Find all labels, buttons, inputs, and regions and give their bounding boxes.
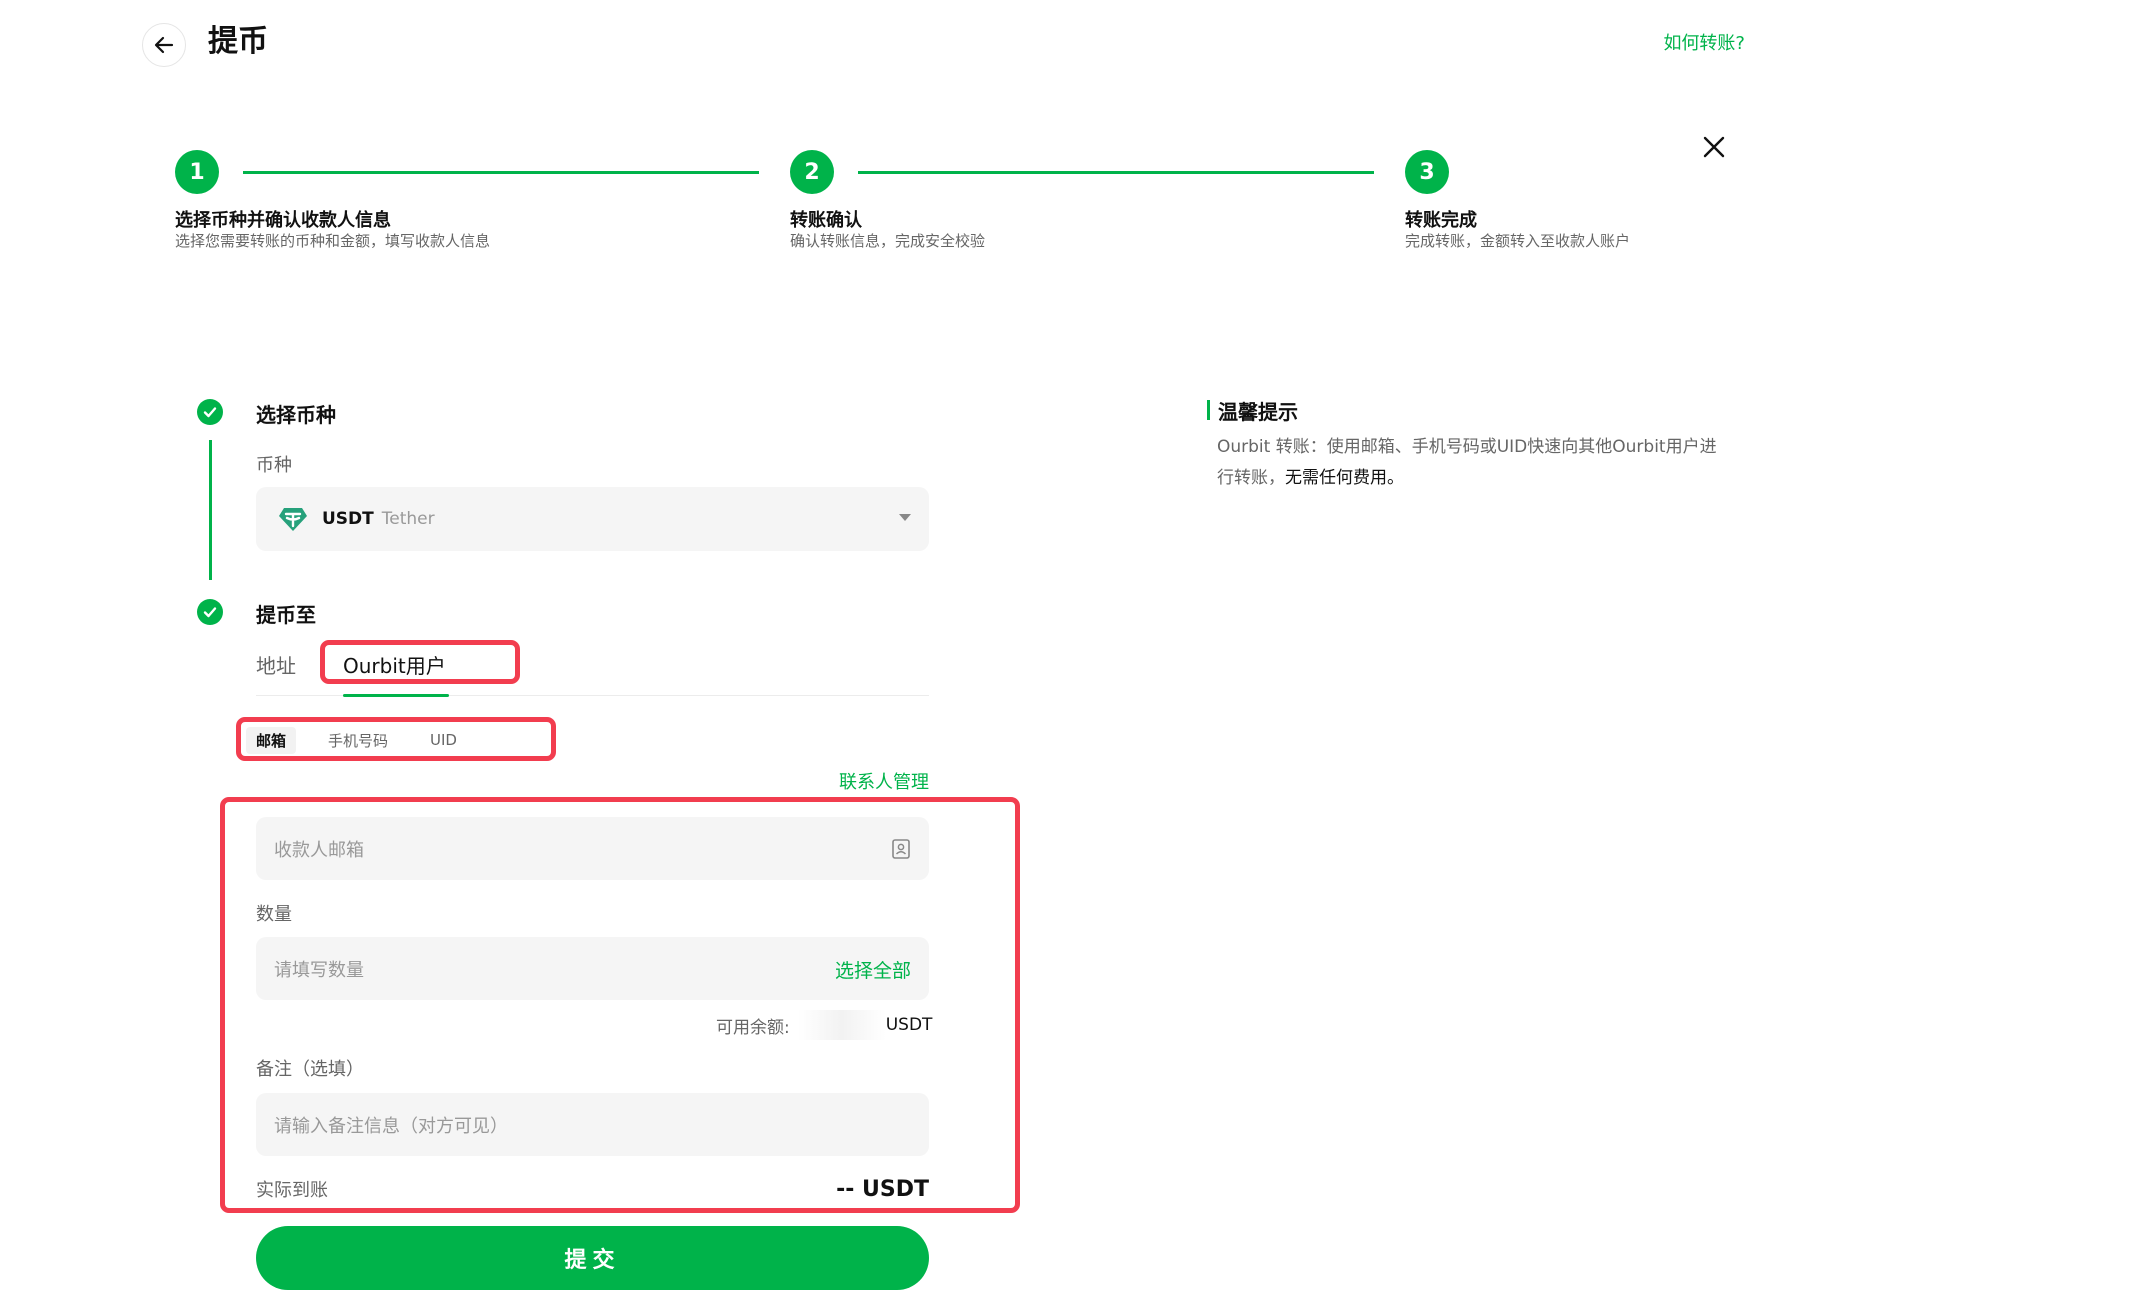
actual-arrival-label: 实际到账 (256, 1180, 328, 1201)
segment-phone[interactable]: 手机号码 (318, 727, 398, 754)
close-icon (1703, 136, 1725, 158)
tips-body: Ourbit 转账：使用邮箱、手机号码或UID快速向其他Ourbit用户进行转账… (1217, 432, 1717, 494)
coin-label: 币种 (256, 455, 292, 476)
active-tab-indicator (343, 694, 449, 697)
coin-full-name: Tether (381, 509, 435, 529)
recipient-type-switch: 邮箱 手机号码 UID (246, 726, 546, 754)
tips-accent-bar (1207, 400, 1210, 420)
arrow-left-icon (154, 36, 174, 54)
actual-arrival-value: -- USDT (836, 1177, 929, 1202)
step-3-circle: 3 (1405, 150, 1449, 194)
tether-icon (279, 508, 307, 531)
tips-body-emphasis: 无需任何费用。 (1285, 468, 1404, 488)
step-2-desc: 确认转账信息，完成安全校验 (790, 232, 986, 250)
close-button[interactable] (1696, 129, 1732, 165)
contact-book-icon[interactable] (891, 838, 911, 860)
coin-section-title: 选择币种 (256, 403, 336, 427)
coin-step-check-icon (197, 399, 223, 425)
withdraw-section-title: 提币至 (256, 603, 316, 627)
step-connector-1 (243, 171, 759, 174)
section-connector (209, 440, 212, 580)
step-3-title: 转账完成 (1405, 210, 1477, 231)
balance-unit: USDT (885, 1015, 933, 1035)
step-3-desc: 完成转账，金额转入至收款人账户 (1405, 232, 1631, 250)
step-2-circle: 2 (790, 150, 834, 194)
segment-email[interactable]: 邮箱 (246, 726, 297, 754)
email-placeholder: 收款人邮箱 (274, 839, 364, 861)
balance-label: 可用余额: (716, 1017, 790, 1038)
step-1-circle: 1 (175, 150, 219, 194)
coin-select[interactable]: USDT Tether (256, 487, 929, 551)
step-2-title: 转账确认 (790, 210, 862, 231)
memo-placeholder: 请输入备注信息（对方可见） (274, 1115, 508, 1137)
tab-address[interactable]: 地址 (256, 650, 296, 679)
how-to-transfer-link[interactable]: 如何转账? (1655, 29, 1745, 55)
available-balance: 可用余额: USDT (716, 1010, 932, 1040)
recipient-email-input[interactable]: 收款人邮箱 (256, 817, 929, 880)
quantity-label: 数量 (256, 904, 292, 925)
memo-input[interactable]: 请输入备注信息（对方可见） (256, 1093, 929, 1156)
step-1-desc: 选择您需要转账的币种和金额，填写收款人信息 (175, 232, 491, 250)
memo-label: 备注（选填） (256, 1059, 364, 1080)
step-1-title: 选择币种并确认收款人信息 (175, 210, 391, 231)
back-button[interactable] (142, 23, 186, 67)
select-all-button[interactable]: 选择全部 (835, 956, 911, 983)
tips-title: 温馨提示 (1218, 400, 1298, 424)
submit-button[interactable]: 提交 (256, 1226, 929, 1290)
withdraw-step-check-icon (197, 599, 223, 625)
chevron-down-icon (899, 514, 911, 521)
page-title: 提币 (208, 24, 268, 59)
segment-uid[interactable]: UID (420, 728, 467, 752)
tab-ourbit-user[interactable]: Ourbit用户 (343, 650, 446, 679)
quantity-placeholder: 请填写数量 (274, 959, 364, 981)
balance-value-masked (797, 1010, 886, 1040)
coin-symbol: USDT (322, 509, 374, 529)
step-connector-2 (858, 171, 1374, 174)
quantity-input[interactable]: 请填写数量 选择全部 (256, 937, 929, 1000)
contacts-management-link[interactable]: 联系人管理 (820, 768, 929, 794)
